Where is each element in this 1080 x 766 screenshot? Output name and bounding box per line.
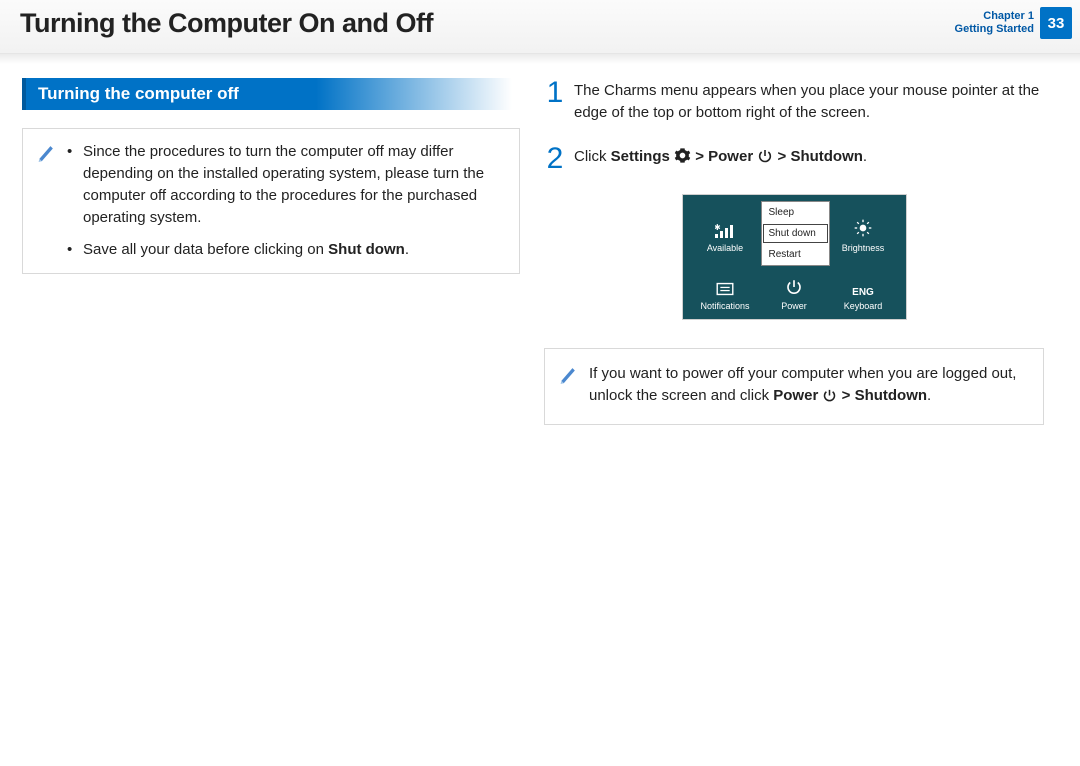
- charms-panel: ✱ Available Brightness: [682, 194, 907, 320]
- note-box-right: If you want to power off your computer w…: [544, 348, 1044, 425]
- charms-brightness: Brightness: [829, 205, 898, 253]
- step-2-power: Power: [708, 148, 753, 165]
- step-1-body: The Charms menu appears when you place y…: [574, 78, 1044, 124]
- charms-notifications: Notifications: [691, 263, 760, 311]
- note-bullet-2-b: Shut down: [328, 241, 405, 258]
- note-right-body: If you want to power off your computer w…: [589, 363, 1029, 410]
- note-body-left: • Since the procedures to turn the compu…: [67, 141, 505, 261]
- step-2-body: Click Settings > Power > Shutdown.: [574, 144, 1044, 174]
- charms-available-label: Available: [707, 243, 743, 253]
- note-box-left: • Since the procedures to turn the compu…: [22, 128, 520, 274]
- page-title: Turning the Computer On and Off: [20, 8, 1060, 39]
- chapter-label: Chapter 1 Getting Started: [955, 10, 1034, 36]
- section-heading-text: Turning the computer off: [22, 78, 239, 110]
- note-bullet-2-a: Save all your data before clicking on: [83, 241, 328, 258]
- note-bullet-1: Since the procedures to turn the compute…: [83, 141, 505, 229]
- step-1-number: 1: [544, 78, 566, 124]
- keyboard-lang: ENG: [852, 287, 874, 298]
- right-column: 1 The Charms menu appears when you place…: [544, 78, 1044, 425]
- charms-available: ✱ Available: [691, 205, 760, 253]
- note-icon: [37, 141, 59, 261]
- bullet-dot: •: [67, 239, 77, 261]
- charms-power: Power: [760, 263, 829, 311]
- gear-icon: [674, 147, 691, 171]
- step-2-settings: Settings: [611, 148, 670, 165]
- step-1: 1 The Charms menu appears when you place…: [544, 78, 1044, 124]
- note-right-power: Power: [773, 387, 818, 404]
- left-column: Turning the computer off • Since the pro…: [22, 78, 520, 425]
- step-2-period: .: [863, 148, 867, 165]
- charms-power-label: Power: [781, 301, 807, 311]
- content-area: Turning the computer off • Since the pro…: [0, 64, 1080, 445]
- brightness-icon: [853, 218, 873, 240]
- power-menu-restart[interactable]: Restart: [762, 244, 829, 265]
- note-right-shutdown: Shutdown: [855, 387, 927, 404]
- power-icon: [757, 148, 773, 171]
- charms-keyboard: ENG Keyboard: [829, 263, 898, 311]
- power-icon: [822, 388, 837, 410]
- charms-notifications-label: Notifications: [700, 301, 749, 311]
- charms-screenshot: ✱ Available Brightness: [544, 194, 1044, 320]
- power-menu: Sleep Shut down Restart: [761, 201, 830, 266]
- charms-keyboard-label: Keyboard: [844, 301, 883, 311]
- svg-text:✱: ✱: [715, 224, 721, 232]
- step-2-shutdown: Shutdown: [790, 148, 862, 165]
- section-heading: Turning the computer off: [22, 78, 520, 110]
- chapter-line-1: Chapter 1: [955, 10, 1034, 23]
- step-2-gt2: >: [778, 148, 791, 165]
- header-shadow: [0, 54, 1080, 64]
- charms-brightness-label: Brightness: [842, 243, 885, 253]
- power-icon: [785, 278, 803, 298]
- power-menu-sleep[interactable]: Sleep: [762, 202, 829, 223]
- page-number-badge: 33: [1040, 7, 1072, 39]
- power-menu-shutdown[interactable]: Shut down: [762, 223, 829, 244]
- page-header: Turning the Computer On and Off Chapter …: [0, 0, 1080, 54]
- step-2-number: 2: [544, 144, 566, 174]
- chapter-line-2: Getting Started: [955, 23, 1034, 36]
- note-bullet-2-c: .: [405, 241, 409, 258]
- step-2-gt1: >: [695, 148, 708, 165]
- note-bullet-2: Save all your data before clicking on Sh…: [83, 239, 409, 261]
- note-right-period: .: [927, 387, 931, 404]
- step-2-a: Click: [574, 148, 611, 165]
- note-right-gt: >: [842, 387, 855, 404]
- step-2: 2 Click Settings > Power > Shutdown.: [544, 144, 1044, 174]
- bullet-dot: •: [67, 141, 77, 229]
- signal-icon: ✱: [715, 224, 735, 240]
- note-icon: [559, 363, 581, 410]
- notifications-icon: [715, 282, 735, 298]
